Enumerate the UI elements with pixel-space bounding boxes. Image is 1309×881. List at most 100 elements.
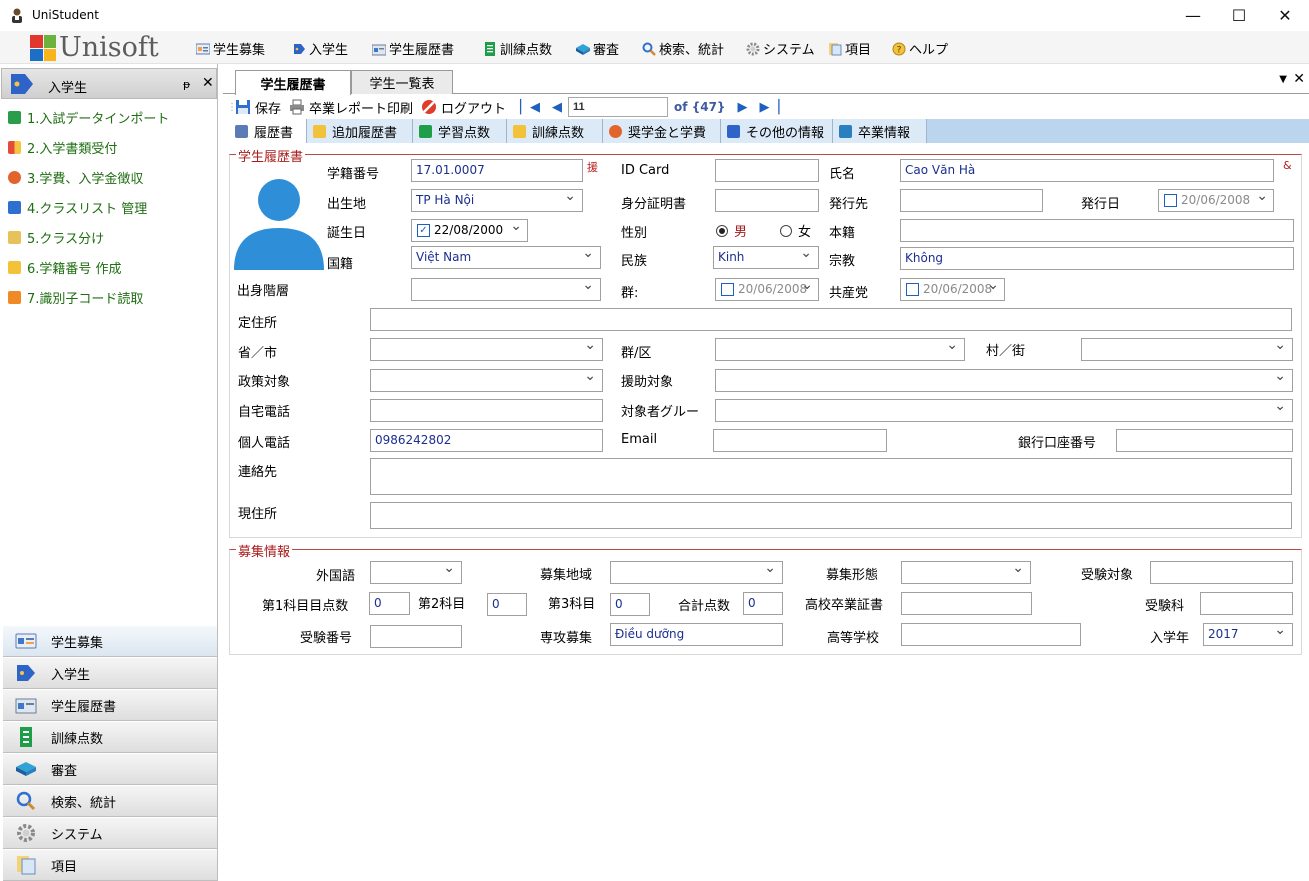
group-date-picker[interactable]: 20/06/2008 [715,277,819,301]
print-button[interactable]: 卒業レポート印刷 [289,98,413,117]
record-number-input[interactable] [568,97,669,117]
party-date-picker[interactable]: 20/06/2008 [900,277,1005,301]
subject2-field[interactable]: 0 [487,593,527,616]
tab-close-icon[interactable]: ✕ [1293,71,1305,87]
province-select[interactable] [370,338,603,361]
menu-training-score[interactable]: 訓練点数 [483,39,552,58]
tab-study-score[interactable]: 学習点数 [413,119,507,143]
ethnicity-select[interactable]: Kinh [713,246,819,269]
tab-list-arrow-icon[interactable]: ▼ [1279,74,1287,85]
previous-record-icon[interactable]: ◀ [552,100,562,115]
contact-field[interactable] [370,458,1292,495]
social-class-select[interactable] [411,278,601,301]
birthplace-select[interactable]: TP Hà Nội [411,189,583,212]
sidebar-item-class-list[interactable]: 4.クラスリスト 管理 [8,198,147,217]
menu-student-record[interactable]: 学生履歴書 [372,39,454,58]
tab-additional-resume[interactable]: 追加履歴書 [307,119,413,143]
total-field[interactable]: 0 [743,592,783,615]
current-address-field[interactable] [370,502,1292,529]
high-school-field[interactable] [901,623,1081,646]
profile-group-title: 学生履歴書 [236,146,306,165]
first-record-icon[interactable]: ▏◀ [520,100,540,115]
pin-icon[interactable]: ᵽ [183,78,190,91]
hs-cert-field[interactable] [901,592,1032,615]
support-select[interactable] [715,369,1293,392]
sidebar-item-class-assign[interactable]: 5.クラス分け [8,228,104,247]
home-phone-field[interactable] [370,399,603,422]
id-document-field[interactable] [715,189,819,212]
close-button[interactable]: ✕ [1262,0,1308,31]
district-select[interactable] [715,338,965,361]
logout-button[interactable]: ログアウト [421,98,506,117]
minimize-button[interactable]: — [1170,0,1216,31]
subject3-field[interactable]: 0 [610,593,650,616]
menu-system[interactable]: システム [746,39,815,58]
sidebar-item-code-read[interactable]: 7.識別子コード読取 [8,288,143,307]
sidebar-nav-search[interactable]: 検索、統計 [3,786,217,817]
sidebar-nav-enrolled[interactable]: 入学生 [3,658,217,689]
sidebar-item-fees[interactable]: 3.学費、入学金徴収 [8,168,143,187]
issuer-field[interactable] [900,189,1043,212]
student-id-label: 学籍番号 [327,167,380,182]
tab-resume[interactable]: 履歴書 [229,119,307,143]
hometown-field[interactable] [900,219,1294,242]
tab-other-info[interactable]: その他の情報 [721,119,833,143]
menu-review[interactable]: 審査 [576,39,619,58]
menu-search[interactable]: 検索、統計 [642,39,724,58]
major-field[interactable]: Điều dưỡng [610,623,783,646]
nationality-select[interactable]: Việt Nam [411,246,601,269]
dob-picker[interactable]: 22/08/2000 [411,218,528,242]
sidebar-item-import[interactable]: 1.入試データインポート [8,108,169,127]
id-card-field[interactable] [715,159,819,182]
menu-items[interactable]: 項目 [828,39,871,58]
exam-subject-field[interactable] [1200,592,1293,615]
religion-field[interactable]: Không [900,247,1294,270]
region-select[interactable] [610,561,783,584]
exam-number-field[interactable] [370,625,462,648]
sidebar-nav-recruit[interactable]: 学生募集 [3,626,217,657]
sidebar-item-student-id[interactable]: 6.学籍番号 作成 [8,258,122,277]
tab-training-score[interactable]: 訓練点数 [507,119,603,143]
sidebar-nav-system[interactable]: システム [3,818,217,849]
target-group-select[interactable] [715,399,1293,422]
language-select[interactable] [370,561,462,584]
tab-scholarship[interactable]: 奨学金と学費 [603,119,721,143]
menu-help[interactable]: ? ヘルプ [892,39,948,58]
bank-field[interactable] [1116,429,1293,452]
last-record-icon[interactable]: ▶▕ [759,100,779,115]
sidebar-nav-student-record[interactable]: 学生履歴書 [3,690,217,721]
enroll-year-label: 入学年 [1150,631,1190,646]
policy-select[interactable] [370,369,603,392]
region-label: 募集地域 [540,568,593,583]
close-icon[interactable]: ✕ [202,75,214,91]
menu-recruit[interactable]: 学生募集 [196,39,265,58]
tab-student-list[interactable]: 学生一覧表 [351,70,453,94]
menu-enrolled[interactable]: 入学生 [292,39,348,58]
student-id-field[interactable]: 17.01.0007 [411,159,583,182]
gender-male-radio[interactable]: 男 [716,221,747,240]
dob-label: 誕生日 [327,226,367,241]
sidebar-nav-review[interactable]: 審査 [3,754,217,785]
sidebar-item-documents[interactable]: 2.入学書類受付 [8,138,117,157]
ward-select[interactable] [1081,338,1293,361]
tab-student-record[interactable]: 学生履歴書 [235,70,351,95]
maximize-button[interactable]: ☐ [1216,0,1262,31]
target-field[interactable] [1150,561,1293,584]
email-field[interactable] [713,429,887,452]
tab-graduation[interactable]: 卒業情報 [833,119,927,143]
sidebar-nav-items[interactable]: 項目 [3,850,217,881]
save-button[interactable]: 保存 [235,98,281,117]
next-record-icon[interactable]: ▶ [737,100,747,115]
enroll-year-select[interactable]: 2017 [1203,623,1293,646]
major-label: 専攻募集 [540,631,593,646]
mobile-field[interactable]: 0986242802 [370,429,603,452]
form-tabs: 履歴書 追加履歴書 学習点数 訓練点数 奨学金と学費 その他の情報 卒業情報 [229,119,1309,143]
residence-field[interactable] [370,308,1292,331]
name-field[interactable]: Cao Văn Hà [900,159,1274,182]
form-select[interactable] [901,561,1031,584]
subject1-field[interactable]: 0 [369,592,410,615]
gender-female-radio[interactable]: 女 [780,221,811,240]
issue-date-picker[interactable]: 20/06/2008 [1158,188,1274,212]
sidebar-nav-training-score[interactable]: 訓練点数 [3,722,217,753]
bank-label: 銀行口座番号 [1018,436,1097,451]
